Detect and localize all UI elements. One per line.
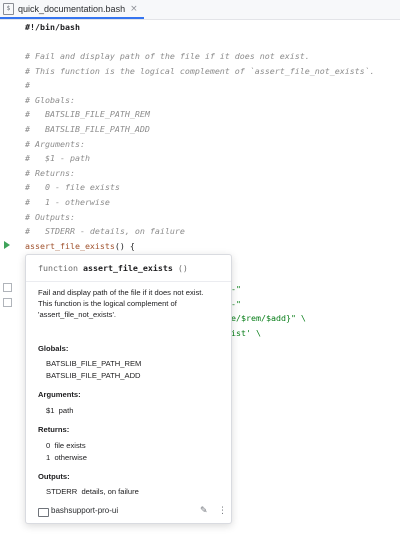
code-fragment: -": [231, 298, 241, 309]
function-signature: function assert_file_exists (): [38, 263, 188, 273]
global-item: BATSLIB_FILE_PATH_ADD: [46, 371, 141, 380]
code-comment-line: # Fail and display path of the file if i…: [25, 51, 310, 61]
code-fragment: -": [231, 284, 241, 294]
doc-description-line: This function is the logical complement …: [38, 299, 177, 308]
folder-icon: [38, 508, 49, 517]
code-comment-line: # Returns:: [25, 167, 75, 178]
fold-icon[interactable]: [3, 283, 12, 292]
doc-description-line: 'assert_file_not_exists'.: [38, 310, 117, 319]
popup-signature-header: function assert_file_exists (): [26, 255, 231, 282]
code-comment-line: # 1 - otherwise: [25, 197, 110, 207]
code-comment-line: #: [25, 80, 30, 91]
code-comment-line: # 0 - file exists: [25, 182, 120, 193]
code-comment-line: # $1 - path: [25, 153, 90, 164]
fold-icon[interactable]: [3, 298, 12, 307]
code-comment-line: # BATSLIB_FILE_PATH_REM: [25, 109, 150, 120]
signature-name: assert_file_exists: [82, 263, 173, 273]
code-comment-line: # BATSLIB_FILE_PATH_ADD: [25, 124, 150, 134]
close-icon[interactable]: ×: [130, 4, 138, 14]
function-name: assert_file_exists: [25, 240, 115, 251]
doc-description-line: Fail and display path of the file if it …: [38, 288, 204, 297]
outputs-heading: Outputs:: [38, 472, 70, 481]
tab-quick-documentation[interactable]: $ quick_documentation.bash ×: [0, 0, 144, 19]
run-icon[interactable]: [4, 241, 10, 249]
tab-label: quick_documentation.bash: [18, 3, 126, 14]
popup-footer: bashsupport-pro-ui ✎ ⋮: [26, 501, 231, 523]
code-line-shebang: #!/bin/bash: [25, 22, 80, 32]
code-comment-line: # Outputs:: [25, 211, 75, 222]
code-comment-line: # Globals:: [25, 94, 75, 105]
bash-file-icon: $: [3, 2, 14, 15]
arguments-heading: Arguments:: [38, 390, 81, 399]
return-item: 1 otherwise: [46, 453, 87, 462]
return-item: 0 file exists: [46, 441, 86, 450]
function-open: () {: [114, 240, 135, 251]
returns-heading: Returns:: [38, 425, 70, 434]
editor-tab-bar: $ quick_documentation.bash ×: [0, 0, 400, 20]
argument-item: $1 path: [46, 406, 74, 415]
code-comment-line: # Arguments:: [25, 138, 85, 149]
code-comment-line: # STDERR - details, on failure: [25, 226, 185, 237]
more-options-icon[interactable]: ⋮: [218, 506, 227, 516]
code-comment-line: # This function is the logical complemen…: [25, 65, 375, 76]
code-line-function-definition: assert_file_exists() {: [25, 240, 135, 252]
edit-source-icon[interactable]: ✎: [200, 506, 208, 516]
output-item: STDERR details, on failure: [46, 487, 139, 496]
global-item: BATSLIB_FILE_PATH_REM: [46, 359, 142, 368]
globals-heading: Globals:: [38, 344, 69, 353]
code-fragment: ist' \: [231, 327, 261, 338]
library-name: bashsupport-pro-ui: [51, 506, 119, 515]
code-fragment: e/$rem/$add}" \: [231, 313, 306, 324]
quick-documentation-popup: function assert_file_exists () Fail and …: [25, 254, 232, 524]
signature-keyword: function: [38, 263, 78, 273]
signature-parens: (): [177, 263, 188, 273]
